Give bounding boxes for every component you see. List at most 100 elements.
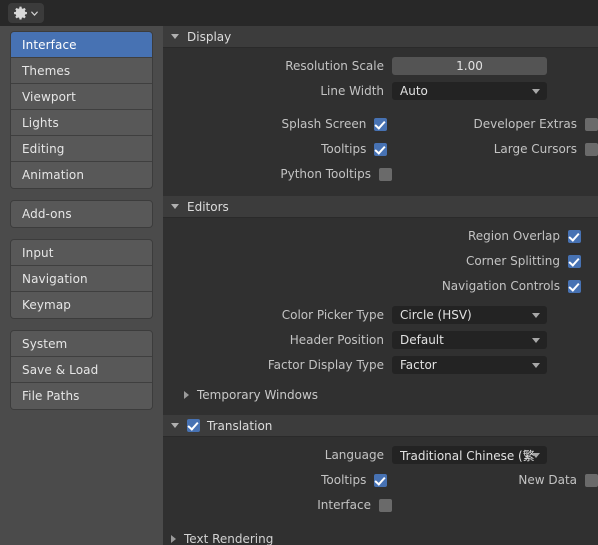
navigation-controls-label: Navigation Controls <box>441 279 560 293</box>
sidebar-item-label: File Paths <box>22 389 80 403</box>
preferences-menu-button[interactable] <box>8 3 44 23</box>
sidebar-item-label: Themes <box>22 63 71 78</box>
gear-icon <box>13 6 28 21</box>
preferences-content: Display Resolution Scale 1.00 Line Width… <box>163 26 598 545</box>
sidebar-item-add-ons[interactable]: Add-ons <box>11 201 152 227</box>
sidebar-item-themes[interactable]: Themes <box>11 58 152 84</box>
section-title: Translation <box>207 418 273 433</box>
sidebar-item-label: Save & Load <box>22 362 99 377</box>
sidebar-item-lights[interactable]: Lights <box>11 110 152 136</box>
section-body-display: Resolution Scale 1.00 Line Width Auto Sp… <box>163 48 598 196</box>
sidebar-item-label: Navigation <box>22 271 88 286</box>
header-position-label: Header Position <box>289 333 384 347</box>
sidebar-item-label: Add-ons <box>22 207 72 221</box>
row-line-width: Line Width Auto <box>163 80 598 102</box>
sidebar-item-label: Viewport <box>22 89 76 104</box>
translation-tooltips-checkbox[interactable] <box>374 473 388 487</box>
sidebar-item-interface[interactable]: Interface <box>11 32 152 58</box>
row-color-picker-type: Color Picker Type Circle (HSV) <box>163 304 598 326</box>
section-body-translation: Language Traditional Chinese (繁體.. Toolt… <box>163 437 598 527</box>
resolution-scale-value: 1.00 <box>456 59 483 73</box>
sidebar-item-editing[interactable]: Editing <box>11 136 152 162</box>
header-position-dropdown[interactable]: Default <box>392 331 547 349</box>
sidebar-item-label: Editing <box>22 141 65 156</box>
sidebar-item-animation[interactable]: Animation <box>11 162 152 188</box>
section-header-editors[interactable]: Editors <box>163 196 598 218</box>
region-overlap-checkbox[interactable] <box>568 229 581 243</box>
window-topbar <box>0 0 598 26</box>
sidebar-item-label: System <box>22 336 68 351</box>
disclosure-triangle-down-icon <box>171 423 179 428</box>
python-tooltips-checkbox[interactable] <box>379 167 392 181</box>
subpanel-temporary-windows[interactable]: Temporary Windows <box>163 383 598 407</box>
row-splash-screen: Splash Screen Developer Extras <box>163 113 598 135</box>
chevron-down-icon <box>532 89 540 94</box>
row-region-overlap: Region Overlap <box>163 225 598 247</box>
row-translation-interface: Interface <box>163 494 598 516</box>
sidebar-item-label: Keymap <box>22 298 72 312</box>
sidebar-item-file-paths[interactable]: File Paths <box>11 383 152 409</box>
chevron-down-icon <box>532 338 540 343</box>
factor-display-type-dropdown[interactable]: Factor <box>392 356 547 374</box>
new-data-checkbox[interactable] <box>585 473 598 487</box>
color-picker-type-value: Circle (HSV) <box>400 308 472 322</box>
tooltips-checkbox[interactable] <box>374 142 388 156</box>
row-language: Language Traditional Chinese (繁體.. <box>163 444 598 466</box>
splash-screen-checkbox[interactable] <box>374 117 388 131</box>
chevron-down-icon <box>532 313 540 318</box>
sidebar-item-label: Input <box>22 245 54 260</box>
tooltips-label: Tooltips <box>321 142 367 156</box>
section-body-editors: Region Overlap Corner Splitting Navigati… <box>163 218 598 415</box>
nav-group-general: Interface Themes Viewport Lights Editing… <box>10 31 153 189</box>
sidebar-item-viewport[interactable]: Viewport <box>11 84 152 110</box>
section-header-display[interactable]: Display <box>163 26 598 48</box>
sidebar-item-label: Interface <box>22 37 77 52</box>
row-factor-display-type: Factor Display Type Factor <box>163 354 598 376</box>
region-overlap-label: Region Overlap <box>467 229 560 243</box>
subpanel-title: Temporary Windows <box>197 388 319 402</box>
row-tooltips: Tooltips Large Cursors <box>163 138 598 160</box>
translation-enable-checkbox[interactable] <box>187 419 200 432</box>
language-dropdown[interactable]: Traditional Chinese (繁體.. <box>392 446 547 464</box>
disclosure-triangle-down-icon <box>171 204 179 209</box>
line-width-dropdown[interactable]: Auto <box>392 82 547 100</box>
nav-group-input: Input Navigation Keymap <box>10 239 153 319</box>
section-header-text-rendering[interactable]: Text Rendering <box>163 527 598 545</box>
sidebar-item-input[interactable]: Input <box>11 240 152 266</box>
row-resolution-scale: Resolution Scale 1.00 <box>163 55 598 77</box>
color-picker-type-label: Color Picker Type <box>281 308 384 322</box>
translation-tooltips-label: Tooltips <box>321 473 367 487</box>
sidebar-item-keymap[interactable]: Keymap <box>11 292 152 318</box>
row-corner-splitting: Corner Splitting <box>163 250 598 272</box>
developer-extras-checkbox[interactable] <box>585 117 598 131</box>
color-picker-type-dropdown[interactable]: Circle (HSV) <box>392 306 547 324</box>
section-header-translation[interactable]: Translation <box>163 415 598 437</box>
navigation-controls-checkbox[interactable] <box>568 279 581 293</box>
section-title: Editors <box>187 199 229 214</box>
line-width-value: Auto <box>400 84 428 98</box>
section-title: Display <box>187 29 232 44</box>
sidebar-item-navigation[interactable]: Navigation <box>11 266 152 292</box>
sidebar-item-system[interactable]: System <box>11 331 152 357</box>
resolution-scale-slider[interactable]: 1.00 <box>392 57 547 75</box>
chevron-down-icon <box>30 9 39 18</box>
disclosure-triangle-right-icon <box>184 391 189 399</box>
language-label: Language <box>324 448 384 462</box>
factor-display-type-label: Factor Display Type <box>267 358 384 372</box>
disclosure-triangle-down-icon <box>171 34 179 39</box>
language-value: Traditional Chinese (繁體.. <box>400 448 534 463</box>
chevron-down-icon <box>532 453 540 458</box>
new-data-label: New Data <box>518 473 577 487</box>
corner-splitting-checkbox[interactable] <box>568 254 581 268</box>
disclosure-triangle-right-icon <box>171 535 176 543</box>
line-width-label: Line Width <box>320 84 384 98</box>
large-cursors-checkbox[interactable] <box>585 142 598 156</box>
factor-display-type-value: Factor <box>400 358 437 372</box>
row-translation-tooltips: Tooltips New Data <box>163 469 598 491</box>
preferences-window: Interface Themes Viewport Lights Editing… <box>0 0 598 545</box>
developer-extras-label: Developer Extras <box>473 117 577 131</box>
chevron-down-icon <box>532 363 540 368</box>
translation-interface-checkbox[interactable] <box>379 498 392 512</box>
sidebar-item-save-and-load[interactable]: Save & Load <box>11 357 152 383</box>
row-header-position: Header Position Default <box>163 329 598 351</box>
